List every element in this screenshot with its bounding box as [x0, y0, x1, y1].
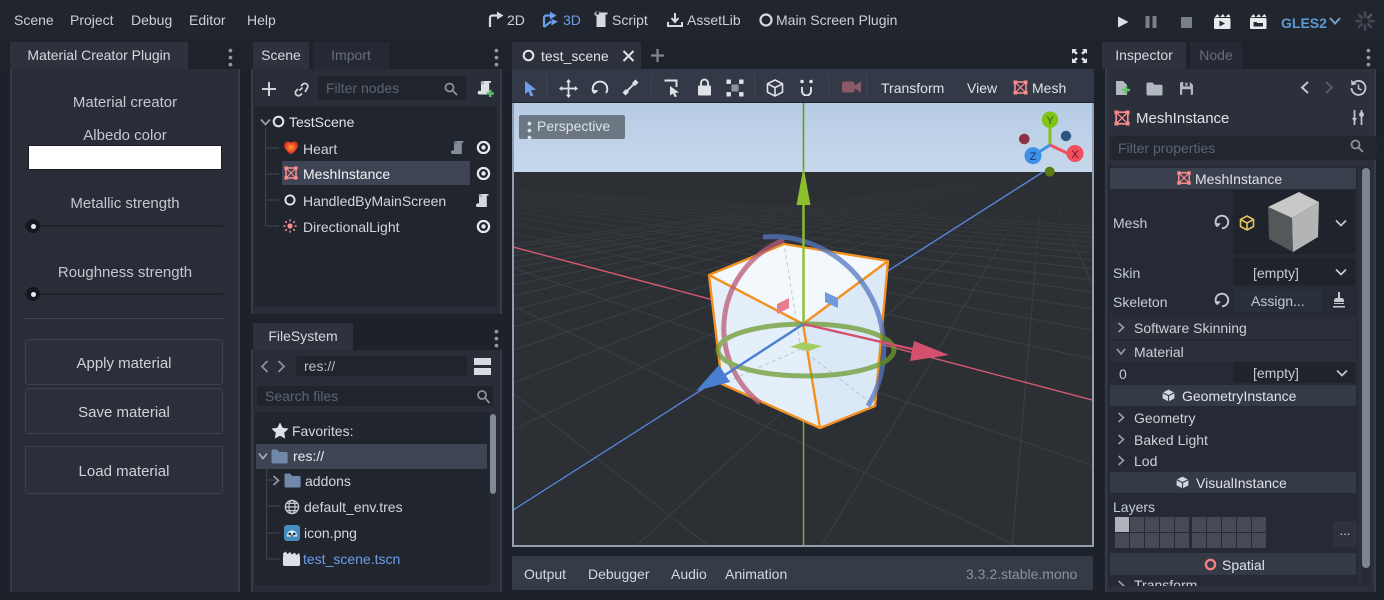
svg-text:Z: Z [1030, 151, 1037, 163]
svg-text:Y: Y [1046, 115, 1054, 127]
svg-text:X: X [1071, 149, 1079, 161]
